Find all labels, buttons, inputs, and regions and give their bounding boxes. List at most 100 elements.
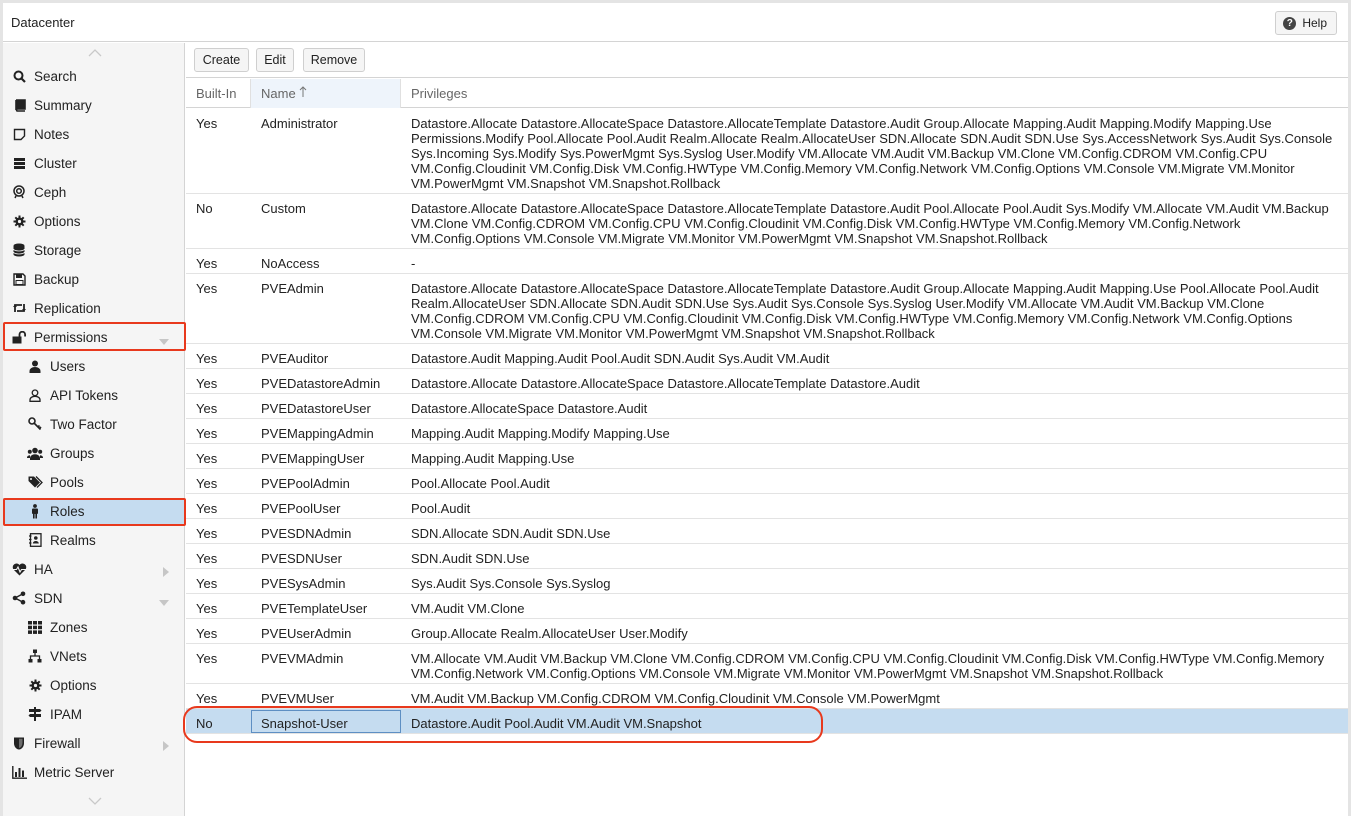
gear-icon bbox=[27, 677, 43, 693]
sidebar-item-two-factor[interactable]: Two Factor bbox=[3, 411, 185, 437]
table-row[interactable]: Yes PVESysAdmin Sys.Audit Sys.Console Sys.… bbox=[186, 569, 1348, 594]
sidebar-item-pools[interactable]: Pools bbox=[3, 469, 185, 495]
sidebar-item-notes[interactable]: Notes bbox=[3, 121, 185, 147]
cell-builtin: No bbox=[196, 716, 213, 731]
sidebar-item-label: Users bbox=[50, 358, 86, 374]
cell-builtin: Yes bbox=[196, 281, 218, 296]
focused-cell-outline bbox=[251, 710, 401, 733]
help-button[interactable]: ? Help bbox=[1275, 11, 1337, 35]
sidebar-item-label: Roles bbox=[50, 503, 85, 519]
sidebar-item-label: SDN bbox=[34, 590, 63, 606]
table-row[interactable]: Yes PVETemplateUser VM.Audit VM.Clone bbox=[186, 594, 1348, 619]
sidebar-item-label: Backup bbox=[34, 271, 80, 287]
cell-builtin: Yes bbox=[196, 426, 218, 441]
table-row[interactable]: Yes PVEDatastoreAdmin Datastore.Allocate D… bbox=[186, 369, 1348, 394]
table-row[interactable]: No Snapshot-User Datastore.Audit Pool.Audi… bbox=[186, 709, 1348, 734]
column-header-builtin-label: Built-In bbox=[196, 86, 237, 101]
sidebar-item-ipam[interactable]: IPAM bbox=[3, 701, 185, 727]
cell-privileges: Datastore.Audit Pool.Audit VM.Audit VM.S… bbox=[411, 716, 702, 731]
cell-builtin: Yes bbox=[196, 256, 218, 271]
sidebar-item-search[interactable]: Search bbox=[3, 63, 185, 89]
cell-name: PVEPoolUser bbox=[261, 501, 341, 516]
cell-privileges: Pool.Allocate Pool.Audit bbox=[411, 476, 550, 491]
sidebar-item-cluster[interactable]: Cluster bbox=[3, 150, 185, 176]
sidebar-item-label: Realms bbox=[50, 532, 96, 548]
tags-icon bbox=[27, 474, 43, 490]
table-row[interactable]: Yes PVESDNUser SDN.Audit SDN.Use bbox=[186, 544, 1348, 569]
sidebar-item-users[interactable]: Users bbox=[3, 353, 185, 379]
sidebar-item-groups[interactable]: Groups bbox=[3, 440, 185, 466]
page-title: Datacenter bbox=[11, 15, 75, 30]
cell-name: PVESDNAdmin bbox=[261, 526, 352, 541]
cell-name: PVEDatastoreUser bbox=[261, 401, 371, 416]
table-row[interactable]: Yes PVEAdmin Datastore.Allocate Datastore.… bbox=[186, 274, 1348, 344]
cell-name: PVEMappingUser bbox=[261, 451, 365, 466]
sidebar-item-api-tokens[interactable]: API Tokens bbox=[3, 382, 185, 408]
expander-right-icon[interactable] bbox=[163, 739, 169, 754]
cell-name: PVESysAdmin bbox=[261, 576, 346, 591]
sidebar-item-label: Ceph bbox=[34, 184, 67, 200]
sidebar-item-zones[interactable]: Zones bbox=[3, 614, 185, 640]
cell-privileges: Datastore.Allocate Datastore.AllocateSpa… bbox=[411, 116, 1333, 191]
roles-panel: Create Edit Remove Built-In Name Privile… bbox=[186, 43, 1348, 816]
sidebar-item-vnets[interactable]: VNets bbox=[3, 643, 185, 669]
sidebar-item-options[interactable]: Options bbox=[3, 672, 185, 698]
column-header-name[interactable]: Name bbox=[251, 79, 401, 108]
cell-privileges: VM.Audit VM.Clone bbox=[411, 601, 525, 616]
cell-builtin: Yes bbox=[196, 501, 218, 516]
sidebar-item-permissions[interactable]: Permissions bbox=[3, 324, 185, 350]
table-row[interactable]: Yes PVEUserAdmin Group.Allocate Realm.Allo… bbox=[186, 619, 1348, 644]
sidebar-item-storage[interactable]: Storage bbox=[3, 237, 185, 263]
sidebar-item-firewall[interactable]: Firewall bbox=[3, 730, 185, 756]
sidebar-item-metric-server[interactable]: Metric Server bbox=[3, 759, 185, 785]
cell-builtin: Yes bbox=[196, 551, 218, 566]
remove-button[interactable]: Remove bbox=[303, 48, 365, 72]
scroll-up-icon[interactable] bbox=[88, 49, 102, 59]
column-header-builtin[interactable]: Built-In bbox=[186, 79, 251, 108]
table-row[interactable]: Yes PVEDatastoreUser Datastore.AllocateSpa… bbox=[186, 394, 1348, 419]
sidebar-item-label: Options bbox=[34, 213, 81, 229]
cell-builtin: Yes bbox=[196, 691, 218, 706]
table-row[interactable]: Yes PVEPoolUser Pool.Audit bbox=[186, 494, 1348, 519]
sidebar-item-label: API Tokens bbox=[50, 387, 119, 403]
sidebar-item-summary[interactable]: Summary bbox=[3, 92, 185, 118]
column-header-privileges[interactable]: Privileges bbox=[401, 79, 1348, 108]
sidebar-item-realms[interactable]: Realms bbox=[3, 527, 185, 553]
table-row[interactable]: Yes PVEMappingUser Mapping.Audit Mapping.U… bbox=[186, 444, 1348, 469]
table-row[interactable]: Yes PVEPoolAdmin Pool.Allocate Pool.Audit bbox=[186, 469, 1348, 494]
cell-privileges: Datastore.Allocate Datastore.AllocateSpa… bbox=[411, 281, 1319, 341]
database-icon bbox=[11, 242, 27, 258]
sidebar-item-ha[interactable]: HA bbox=[3, 556, 185, 582]
table-row[interactable]: Yes PVESDNAdmin SDN.Allocate SDN.Audit SDN… bbox=[186, 519, 1348, 544]
table-row[interactable]: Yes PVEAuditor Datastore.Audit Mapping.Aud… bbox=[186, 344, 1348, 369]
sidebar-item-backup[interactable]: Backup bbox=[3, 266, 185, 292]
edit-button[interactable]: Edit bbox=[256, 48, 294, 72]
cell-privileges: Mapping.Audit Mapping.Modify Mapping.Use bbox=[411, 426, 670, 441]
cell-name: PVETemplateUser bbox=[261, 601, 368, 616]
cell-name: NoAccess bbox=[261, 256, 320, 271]
sidebar-item-replication[interactable]: Replication bbox=[3, 295, 185, 321]
table-row[interactable]: Yes PVEVMAdmin VM.Allocate VM.Audit VM.Bac… bbox=[186, 644, 1348, 684]
cell-privileges: SDN.Audit SDN.Use bbox=[411, 551, 530, 566]
sidebar-item-options[interactable]: Options bbox=[3, 208, 185, 234]
expander-down-icon[interactable] bbox=[159, 594, 169, 609]
sidebar-item-label: Zones bbox=[50, 619, 88, 635]
share-alt-icon bbox=[11, 590, 27, 606]
expander-down-icon[interactable] bbox=[159, 333, 169, 348]
table-row[interactable]: Yes PVEVMUser VM.Audit VM.Backup VM.Config… bbox=[186, 684, 1348, 709]
sidebar-item-ceph[interactable]: Ceph bbox=[3, 179, 185, 205]
shield-icon bbox=[11, 735, 27, 751]
sidebar-item-roles[interactable]: Roles bbox=[3, 498, 185, 524]
cell-builtin: Yes bbox=[196, 451, 218, 466]
table-row[interactable]: Yes PVEMappingAdmin Mapping.Audit Mapping.… bbox=[186, 419, 1348, 444]
table-row[interactable]: Yes Administrator Datastore.Allocate Datas… bbox=[186, 109, 1348, 194]
table-header: Built-In Name Privileges bbox=[186, 79, 1348, 108]
book-icon bbox=[11, 97, 27, 113]
expander-right-icon[interactable] bbox=[163, 565, 169, 580]
cell-name: PVEUserAdmin bbox=[261, 626, 352, 641]
table-row[interactable]: No Custom Datastore.Allocate Datastore.All… bbox=[186, 194, 1348, 249]
create-button[interactable]: Create bbox=[194, 48, 249, 72]
scroll-down-icon[interactable] bbox=[88, 797, 102, 807]
table-row[interactable]: Yes NoAccess - bbox=[186, 249, 1348, 274]
sidebar-item-sdn[interactable]: SDN bbox=[3, 585, 185, 611]
